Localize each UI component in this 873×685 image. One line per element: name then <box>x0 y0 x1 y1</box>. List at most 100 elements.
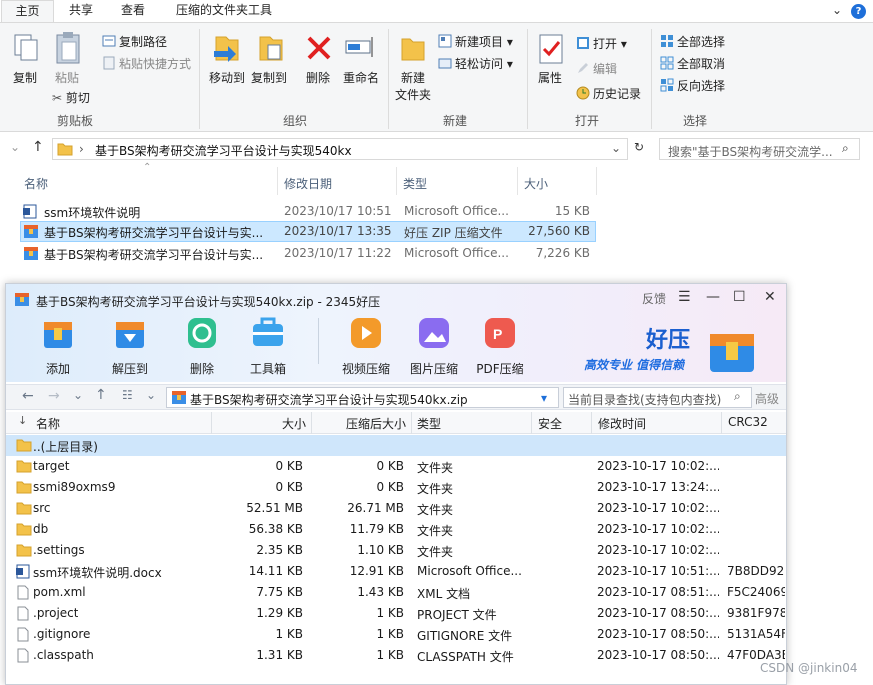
add-button[interactable]: 添加 <box>28 312 88 376</box>
column-header-name[interactable]: 名称 <box>36 415 60 432</box>
address-dropdown-icon[interactable]: ⌄ <box>611 141 621 155</box>
advanced-search-link[interactable]: 高级 <box>755 390 779 407</box>
new-folder-icon <box>401 38 425 61</box>
column-header-size[interactable]: 大小 <box>524 175 548 192</box>
column-divider <box>277 167 278 195</box>
feedback-link[interactable]: 反馈 <box>642 290 666 307</box>
help-icon[interactable]: ? <box>851 4 866 19</box>
up-level-icon[interactable]: ↑ <box>95 387 107 403</box>
delete-archive-button[interactable]: 删除 <box>172 312 232 376</box>
archive-path-input[interactable]: 基于BS架构考研交流学习平台设计与实现540kx.zip ▾ <box>166 387 559 408</box>
cut-button[interactable]: ✂ 剪切 <box>52 89 90 106</box>
path-dropdown-icon[interactable]: ▾ <box>541 391 547 405</box>
move-to-button[interactable]: 移动到 <box>206 69 248 86</box>
open-button[interactable]: 打开 ▾ <box>576 35 627 52</box>
invert-selection-button[interactable]: 反向选择 <box>660 77 725 94</box>
history-button[interactable]: 历史记录 <box>576 85 641 102</box>
column-header-modified[interactable]: 修改时间 <box>598 415 646 432</box>
refresh-icon[interactable]: ↻ <box>634 140 644 154</box>
tab-share[interactable]: 共享 <box>60 0 102 22</box>
new-item-button[interactable]: 新建项目 ▾ <box>438 33 513 50</box>
row-type: Microsoft Office... <box>417 564 522 578</box>
extract-button[interactable]: 解压到 <box>100 312 160 376</box>
column-header-crc32[interactable]: CRC32 <box>728 415 768 429</box>
row-name: src <box>33 501 51 515</box>
select-none-button[interactable]: 全部取消 <box>660 55 725 72</box>
row-crc32: F5C24069 <box>727 585 785 599</box>
table-row[interactable]: pom.xml 7.75 KB 1.43 KB XML 文档 2023-10-1… <box>6 582 786 603</box>
group-divider <box>388 29 389 129</box>
ribbon-collapse-icon[interactable]: ⌄ <box>832 3 842 17</box>
column-header-type[interactable]: 类型 <box>403 175 427 192</box>
row-name: .gitignore <box>33 627 91 641</box>
tab-compressed-folder-tools[interactable]: 压缩的文件夹工具 <box>168 0 280 22</box>
close-icon[interactable]: ✕ <box>764 289 776 305</box>
file-icon <box>17 648 29 663</box>
copy-button[interactable]: 复制 <box>8 69 42 86</box>
table-row[interactable]: db 56.38 KB 11.79 KB 文件夹 2023-10-17 10:0… <box>6 519 786 540</box>
column-header-name[interactable]: 名称 <box>24 175 48 192</box>
column-header-date[interactable]: 修改日期 <box>284 175 332 192</box>
table-row[interactable]: .gitignore 1 KB 1 KB GITIGNORE 文件 2023-1… <box>6 624 786 645</box>
search-icon[interactable]: ⌕ <box>734 389 741 404</box>
properties-button[interactable]: 属性 <box>532 69 568 86</box>
table-row[interactable]: .classpath 1.31 KB 1 KB CLASSPATH 文件 202… <box>6 645 786 666</box>
video-compress-button[interactable]: 视频压缩 <box>336 312 396 376</box>
image-compress-button[interactable]: 图片压缩 <box>404 312 464 376</box>
row-modified: 2023-10-17 10:51:... <box>597 564 719 578</box>
copy-icon <box>14 34 38 61</box>
row-size: 56.38 KB <box>248 522 303 536</box>
forward-arrow-icon[interactable]: → <box>48 388 60 404</box>
column-header-type[interactable]: 类型 <box>417 415 441 432</box>
pdf-compress-button[interactable]: P PDF压缩 <box>470 312 530 376</box>
table-row[interactable]: target 0 KB 0 KB 文件夹 2023-10-17 10:02:..… <box>6 456 786 477</box>
table-row[interactable]: ssm环境软件说明.docx 14.11 KB 12.91 KB Microso… <box>6 561 786 582</box>
search-icon[interactable]: ⌕ <box>842 141 849 156</box>
delete-button[interactable]: 删除 <box>300 69 336 86</box>
view-mode-dropdown-icon[interactable]: ⌄ <box>146 388 156 402</box>
column-divider <box>396 167 397 195</box>
table-row[interactable]: ssmi89oxms9 0 KB 0 KB 文件夹 2023-10-17 13:… <box>6 477 786 498</box>
group-divider <box>527 29 528 129</box>
tab-home[interactable]: 主页 <box>1 0 54 22</box>
address-path: 基于BS架构考研交流学习平台设计与实现540kx <box>95 144 352 158</box>
table-row[interactable]: .settings 2.35 KB 1.10 KB 文件夹 2023-10-17… <box>6 540 786 561</box>
history-dropdown-icon[interactable]: ⌄ <box>73 388 83 402</box>
archive-search-input[interactable]: 当前目录查找(支持包内查找) ⌕ <box>563 387 752 408</box>
maximize-icon[interactable]: ☐ <box>733 289 746 305</box>
edit-button[interactable]: 编辑 <box>576 60 617 77</box>
column-header-size[interactable]: 大小 <box>221 415 306 432</box>
select-all-button[interactable]: 全部选择 <box>660 33 725 50</box>
zip-archive-icon <box>15 293 29 306</box>
recent-locations-icon[interactable]: ⌄ <box>10 140 20 154</box>
paste-button[interactable]: 粘贴 <box>50 69 84 86</box>
file-row[interactable]: 基于BS架构考研交流学习平台设计与实... 2023/10/17 11:22 M… <box>20 243 596 264</box>
file-row[interactable]: ssm环境软件说明 2023/10/17 10:51 Microsoft Off… <box>20 201 596 222</box>
table-row[interactable]: .project 1.29 KB 1 KB PROJECT 文件 2023-10… <box>6 603 786 624</box>
menu-icon[interactable]: ☰ <box>678 289 691 305</box>
sort-indicator-icon: ↓ <box>18 414 28 427</box>
search-input[interactable]: 搜索"基于BS架构考研交流学... ⌕ <box>659 138 860 160</box>
address-bar[interactable]: › 基于BS架构考研交流学习平台设计与实现540kx ⌄ <box>52 138 628 160</box>
minimize-icon[interactable]: — <box>706 289 720 305</box>
column-header-packed[interactable]: 压缩后大小 <box>316 415 406 432</box>
row-name: .project <box>33 606 79 620</box>
file-row-selected[interactable]: 基于BS架构考研交流学习平台设计与实... 2023/10/17 13:35 好… <box>20 221 596 242</box>
row-modified: 2023-10-17 10:02:... <box>597 459 719 473</box>
new-folder-button[interactable]: 新建 文件夹 <box>392 69 434 103</box>
tab-view[interactable]: 查看 <box>112 0 154 22</box>
row-type: GITIGNORE 文件 <box>417 629 513 643</box>
toolbox-button[interactable]: 工具箱 <box>238 312 298 376</box>
copy-path-button[interactable]: 复制路径 <box>102 33 167 50</box>
table-row[interactable]: src 52.51 MB 26.71 MB 文件夹 2023-10-17 10:… <box>6 498 786 519</box>
column-header-security[interactable]: 安全 <box>538 415 562 432</box>
view-mode-icon[interactable]: ☷ <box>122 388 133 402</box>
up-arrow-icon[interactable]: ↑ <box>32 139 44 155</box>
easy-access-button[interactable]: 轻松访问 ▾ <box>438 55 513 72</box>
rename-button[interactable]: 重命名 <box>340 69 382 86</box>
copy-to-button[interactable]: 复制到 <box>248 69 290 86</box>
paste-shortcut-button[interactable]: 粘贴快捷方式 <box>102 55 191 72</box>
table-row[interactable]: ..(上层目录) <box>6 435 786 456</box>
back-arrow-icon[interactable]: ← <box>22 388 34 404</box>
file-size: 15 KB <box>554 204 590 218</box>
